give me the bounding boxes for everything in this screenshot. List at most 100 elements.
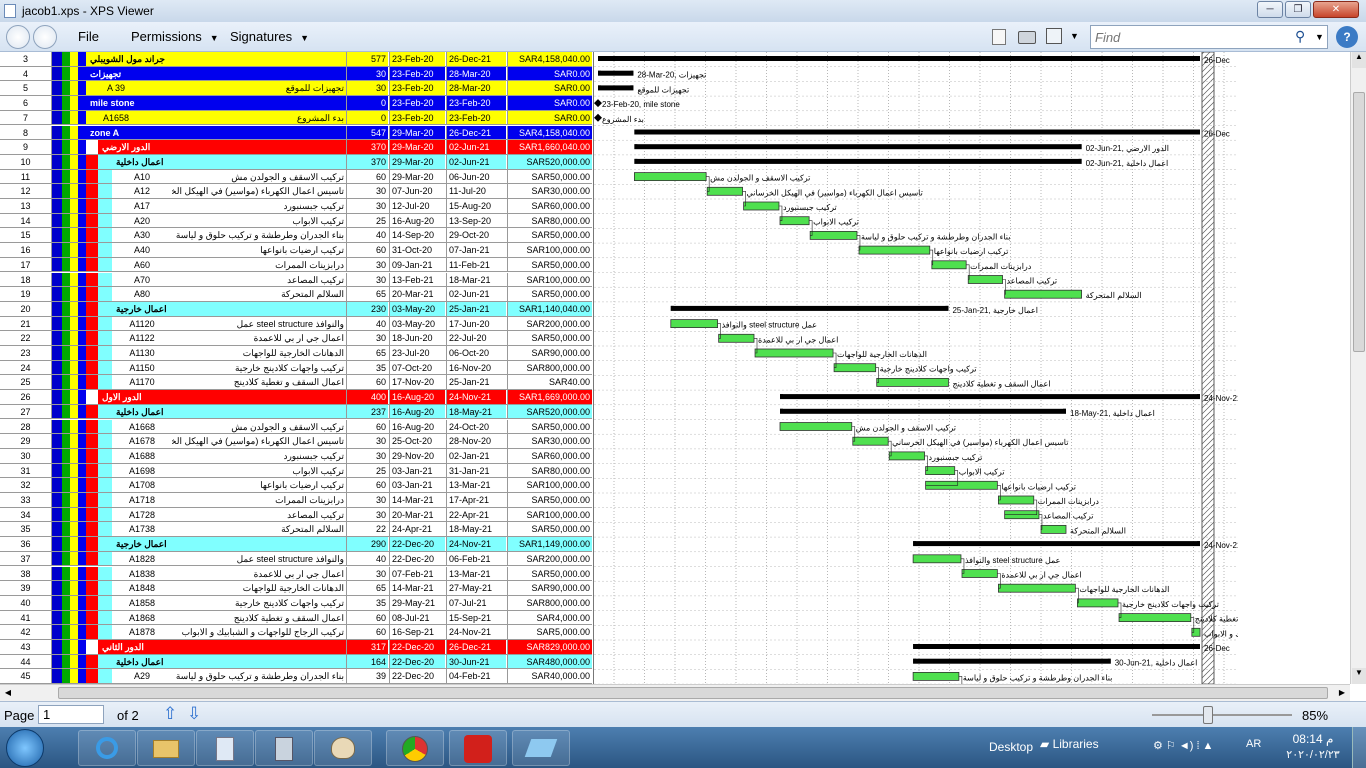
original-duration: 370 xyxy=(346,154,388,169)
table-row: 31 A1698 تركيب الابواب 25 03-Jan-21 31-Jan-21… xyxy=(0,463,592,479)
wbs-level-stripe xyxy=(98,360,112,375)
wbs-level-stripe xyxy=(86,287,98,301)
activity-id: A29 xyxy=(133,671,150,682)
table-row: 20 اعمال خارجية 230 03-May-20 25-Jan-21 SAR1,… xyxy=(0,301,592,317)
previous-page-arrow-icon[interactable]: ⇧ xyxy=(163,704,177,724)
menu-bar: File Permissions ▼ Signatures ▼ ▼ ⚲ ▼ ? xyxy=(0,22,1366,52)
finish-date: 11-Jul-20 xyxy=(446,184,506,199)
start-date: 29-Mar-20 xyxy=(389,125,445,140)
wbs-level-stripe xyxy=(70,610,78,625)
next-page-arrow-icon[interactable]: ⇩ xyxy=(187,704,201,724)
minimize-button[interactable]: ─ xyxy=(1257,1,1283,18)
wbs-level-stripe xyxy=(98,493,112,507)
wbs-level-stripe xyxy=(98,669,112,684)
start-button[interactable] xyxy=(6,729,44,767)
row-number: 12 xyxy=(0,184,52,199)
back-button[interactable] xyxy=(6,25,30,49)
wbs-level-stripe xyxy=(62,346,70,360)
libraries-toolbar[interactable]: ▰ Libraries xyxy=(1040,737,1099,751)
budgeted-cost: SAR200,000.00 xyxy=(507,316,592,331)
forward-button[interactable] xyxy=(33,25,57,49)
start-date: 22-Dec-20 xyxy=(389,537,445,551)
activity-id: A17 xyxy=(133,201,150,211)
wbs-level-stripe xyxy=(70,96,78,110)
finish-date: 02-Jun-21 xyxy=(446,154,506,169)
finish-date: 23-Feb-20 xyxy=(446,110,506,125)
xps-viewer-icon[interactable] xyxy=(512,730,570,766)
search-icon[interactable]: ⚲ xyxy=(1295,28,1305,45)
wbs-level-stripe xyxy=(98,228,112,243)
scroll-down-arrow[interactable]: ▼ xyxy=(1352,668,1366,684)
clock-date[interactable]: ٢٠٢٠/٠٢/٢٣ xyxy=(1280,748,1346,761)
internet-explorer-icon[interactable] xyxy=(78,730,136,766)
clock-time[interactable]: 08:14 م xyxy=(1288,732,1338,746)
window-title: jacob1.xps - XPS Viewer xyxy=(22,4,154,18)
scroll-left-arrow[interactable]: ◀ xyxy=(0,686,16,700)
oracle-primavera-icon[interactable] xyxy=(449,730,507,766)
scroll-thumb[interactable] xyxy=(1353,92,1365,352)
activity-name: الدور الاول xyxy=(102,392,142,403)
bar-label: درابزينات الممرات xyxy=(970,262,1032,271)
finish-date: 28-Mar-20 xyxy=(446,81,506,96)
activity-bar xyxy=(706,186,743,196)
original-duration: 65 xyxy=(346,581,388,595)
bar-label: تركيب ارضيات بانواعها xyxy=(934,247,1009,256)
zoom-icon[interactable] xyxy=(1046,28,1062,44)
zoom-slider-thumb[interactable] xyxy=(1203,706,1213,724)
scroll-right-arrow[interactable]: ▶ xyxy=(1334,686,1350,700)
file-menu[interactable]: File xyxy=(78,29,99,44)
language-indicator[interactable]: AR xyxy=(1246,738,1261,750)
table-row: 19 A80 السلالم المتحركة 65 20-Mar-21 02-Jun-2… xyxy=(0,287,592,302)
find-input[interactable] xyxy=(1095,29,1285,45)
wbs-level-stripe xyxy=(98,331,112,346)
scroll-thumb[interactable] xyxy=(58,687,1328,699)
activity-name: تركيب الاسقف و الجولدن مش xyxy=(231,171,344,182)
maximize-button[interactable]: ❐ xyxy=(1285,1,1311,18)
summary-bar xyxy=(598,56,1200,61)
wbs-level-stripe xyxy=(70,654,78,669)
vertical-scrollbar[interactable]: ▲ ▼ xyxy=(1350,52,1366,684)
page-number-input[interactable] xyxy=(38,705,104,724)
table-row: 12 A12 تاسيس اعمال الكهرباء (مواسير) في ال… xyxy=(0,184,592,199)
table-row: 44 اعمال داخلية 164 22-Dec-20 30-Jun-21 SAR48… xyxy=(0,654,592,670)
bar-label: 24-Nov-21, الدور الاول xyxy=(1204,394,1238,403)
budgeted-cost: SAR50,000.00 xyxy=(507,522,592,537)
table-row: 10 اعمال داخلية 370 29-Mar-20 02-Jun-21 SAR52… xyxy=(0,154,592,170)
chrome-icon[interactable] xyxy=(386,730,444,766)
budgeted-cost: SAR480,000.00 xyxy=(507,654,592,669)
start-date: 14-Mar-21 xyxy=(389,581,445,595)
zoom-slider[interactable] xyxy=(1152,714,1292,716)
wbs-level-stripe xyxy=(78,331,86,346)
desktop-toolbar-label[interactable]: Desktop xyxy=(989,740,1033,754)
horizontal-scrollbar[interactable]: ◀ ▶ xyxy=(0,684,1350,701)
chevron-down-icon[interactable]: ▼ xyxy=(1315,32,1324,42)
paint-icon[interactable] xyxy=(314,730,372,766)
outline-icon[interactable] xyxy=(992,29,1006,45)
find-box[interactable]: ⚲ ▼ xyxy=(1090,25,1328,49)
signatures-menu[interactable]: Signatures ▼ xyxy=(230,29,309,44)
wbs-level-stripe xyxy=(86,595,98,610)
calculator-icon[interactable] xyxy=(255,730,313,766)
activity-name: اعمال داخلية xyxy=(116,656,164,667)
wbs-level-stripe xyxy=(70,66,78,81)
finish-date: 26-Dec-21 xyxy=(446,52,506,66)
file-explorer-icon[interactable] xyxy=(137,730,195,766)
wbs-level-stripe xyxy=(62,404,70,419)
activity-bar xyxy=(1118,613,1192,622)
permissions-menu[interactable]: Permissions ▼ xyxy=(131,29,219,44)
print-icon[interactable] xyxy=(1018,31,1036,44)
tray-icons[interactable]: ⚙ ⚐ ◄) ⁞ ▲ xyxy=(1153,739,1213,752)
original-duration: 290 xyxy=(346,537,388,551)
chevron-down-icon: ▼ xyxy=(300,33,310,43)
help-icon[interactable]: ? xyxy=(1336,26,1358,48)
close-button[interactable]: ✕ xyxy=(1313,1,1359,18)
wbs-level-stripe xyxy=(62,375,70,390)
budgeted-cost: SAR100,000.00 xyxy=(507,478,592,493)
scroll-up-arrow[interactable]: ▲ xyxy=(1352,52,1366,68)
chevron-down-icon[interactable]: ▼ xyxy=(1070,31,1079,41)
show-desktop-button[interactable] xyxy=(1352,727,1366,768)
bar-label: درابزينات الممرات xyxy=(1038,497,1100,506)
activity-name: الدور الارضي xyxy=(102,142,151,153)
notepad-icon[interactable] xyxy=(196,730,254,766)
row-number: 8 xyxy=(0,125,52,140)
